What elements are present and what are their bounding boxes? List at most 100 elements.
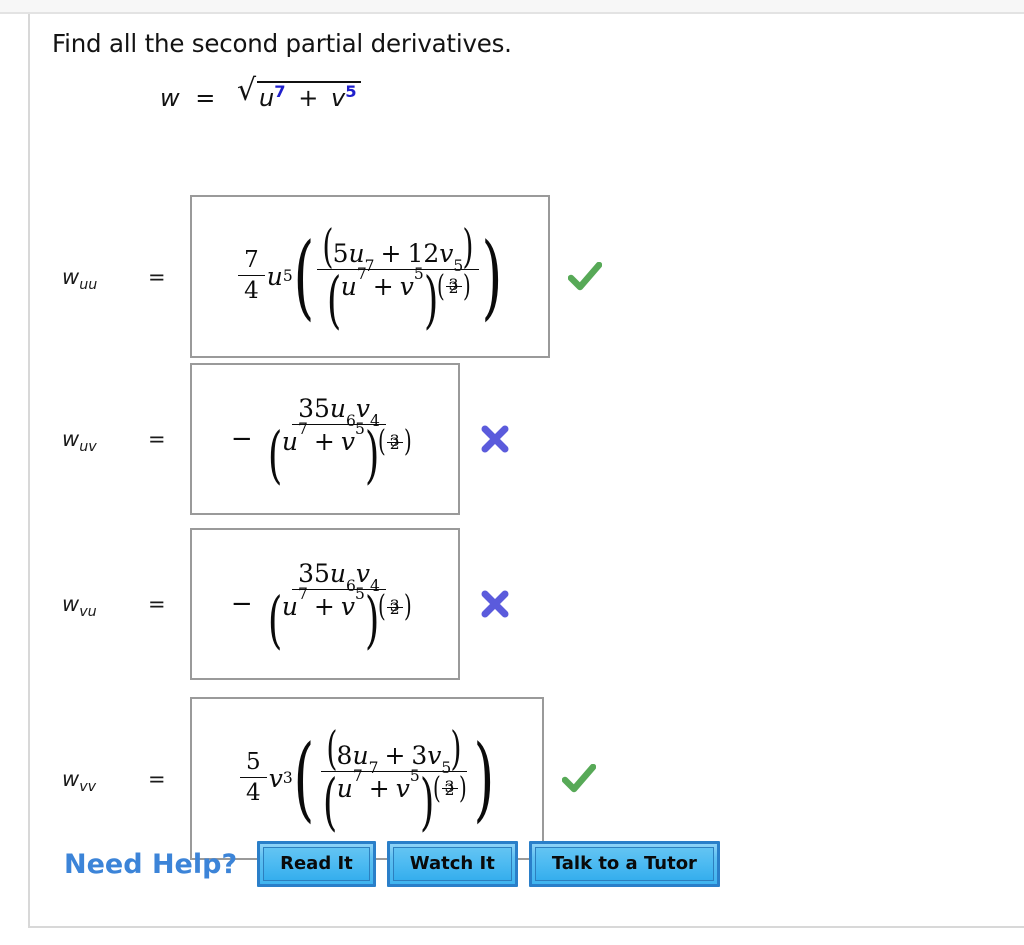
row-equals-wuv: = [148,427,166,451]
row-label-wuu: wuu [62,264,148,292]
radicand-exp-5: 5 [345,82,357,101]
power-paren-close: ) [403,589,412,625]
status-badge-wuv [476,420,514,458]
label-subscript: vv [79,778,97,795]
label-var: w [62,766,80,791]
cross-icon [481,425,509,453]
den-operator: + [313,592,335,622]
fraction-denominator: ( u7 + v5 ) ( 3 2 ) [267,583,412,657]
num-operator: + [384,740,406,770]
main-fraction: ( 8u7 + 3v5 ) ( u7 + v5 ) (3 2) [317,721,472,838]
label-var: w [62,427,80,451]
answer-input-wuu[interactable]: 7 4 u5 ( ( 5u7 + 12 v 5 ) ( u7 + v 5) (… [189,195,550,358]
read-it-button-label: Read It [263,847,370,881]
main-fraction: 35 u 6 v 4 ( u7 + v5 ) ( 3 2) [262,394,417,492]
num-var-1: u [352,740,369,770]
given-lhs: w [160,84,180,112]
radicand-base-v: v [331,84,346,112]
power-paren-open: ( [378,424,386,460]
fraction-denominator: ( u7 + v5 ) ( 3 2 ) [322,764,467,838]
page-title: Find all the second partial derivatives. [52,29,512,58]
den-operator: + [372,271,394,301]
radicand: u7 + v5 [257,81,361,112]
den-var-1: u [336,773,353,803]
den-paren-open: ( [267,583,283,657]
num-operator: + [380,238,402,268]
num-var-1: u [348,238,365,268]
row-equals-wuu: = [148,264,166,289]
check-icon [567,261,602,290]
den-paren-open: ( [326,262,341,336]
status-badge-wvv [560,760,598,798]
num-paren-open: ( [326,721,338,776]
row-equals-wvv: = [148,766,166,791]
radicand-plus: + [298,84,319,112]
main-fraction: 35 u 6 v 4 ( u7 + v5 ) ( 3 2) [262,561,417,657]
answer-expression-wvv: 5 4 v3 ( ( 8u7 + 3v5 ) ( u7 + v 5) (3 … [238,721,495,838]
status-badge-wuu [566,258,604,296]
outer-paren-close: ) [481,222,503,330]
label-var: w [62,264,80,289]
den-var-1: u [281,427,298,457]
power-denominator: 2 [444,780,455,799]
watch-it-button[interactable]: Watch It [386,841,518,887]
power-denominator: 2 [389,599,400,618]
answer-row-wvu: wvu = − 35 u 6 v 4 ( u7 + v5 ) (3 2) [62,528,514,680]
den-var-2: v [340,592,355,622]
talk-to-a-tutor-button-label: Talk to a Tutor [534,847,714,881]
power-paren-close: ) [462,268,471,304]
den-paren-close: ) [423,262,439,336]
power-paren-close: ) [403,424,412,460]
den-power-group: ( 3 2 ) [437,268,471,304]
coefficient-fraction: 5 4 [240,751,267,805]
radicand-base-u: u [259,84,275,112]
den-var-1: u [281,592,298,622]
answer-row-wuu: wuu = 7 4 u5 ( ( 5u7 + 12 v 5 ) (u 7 + … [62,195,604,358]
answer-expression-wuv: − 35 u 6 v 4 ( u7 + v5 ) ( 3 2) [230,394,418,492]
den-operator: + [368,773,390,803]
fraction-numerator: ( 8u7 + 3v5 ) [320,721,468,776]
watch-it-button-label: Watch It [392,847,512,881]
den-paren-open: ( [267,418,283,492]
outer-paren-open: ( [293,724,315,832]
power-paren-close: ) [458,770,467,806]
row-label-wvu: wvu [62,592,148,619]
coefficient-variable: v [268,763,283,793]
given-equation: w = √ u7 + v5 [160,76,361,112]
coefficient-denominator: 4 [244,278,259,305]
page-root: Find all the second partial derivatives.… [0,0,1024,945]
coefficient-denominator: 4 [246,780,261,807]
den-paren-close: ) [364,583,380,657]
cross-icon [481,590,509,618]
power-denominator: 2 [389,434,400,453]
read-it-button[interactable]: Read It [257,841,376,887]
den-var-2: v [340,427,355,457]
answer-row-wuv: wuv = − 35 u 6 v 4 ( u7 + v5 ) (3 2) [62,363,514,515]
answer-input-wvu[interactable]: − 35 u 6 v 4 ( u7 + v5 ) ( 3 2) [189,528,460,680]
leading-minus: − [230,423,253,454]
answer-input-wvv[interactable]: 5 4 v3 ( ( 8u7 + 3v5 ) ( u7 + v 5) (3 … [189,697,544,860]
row-label-wuv: wuv [62,427,148,454]
power-paren-open: ( [378,589,386,625]
num-coeff: 35 [298,394,330,424]
leading-minus: − [230,588,253,619]
power-denominator: 2 [448,278,459,297]
coefficient-numerator: 7 [238,249,265,277]
den-power-group: ( 3 2 ) [378,589,412,625]
num-paren-close: ) [462,219,474,274]
label-subscript: uv [79,439,97,456]
row-equals-wvu: = [148,592,166,616]
fraction-denominator: ( u7 + v5 ) ( 3 2 ) [326,262,471,336]
talk-to-a-tutor-button[interactable]: Talk to a Tutor [528,841,720,887]
row-label-wvv: wvv [62,766,148,794]
num-var-1: u [329,394,347,424]
label-subscript: uu [79,276,98,293]
den-paren-open: ( [322,764,337,838]
answer-input-wuv[interactable]: − 35 u 6 v 4 ( u7 + v5 ) ( 3 2) [189,363,460,515]
need-help-label: Need Help? [64,848,238,880]
den-power-group: ( 3 2 ) [378,424,412,460]
power-fraction: 3 2 [441,779,458,799]
den-operator: + [313,427,335,457]
den-var-2: v [399,271,414,301]
label-subscript: vu [79,604,97,621]
